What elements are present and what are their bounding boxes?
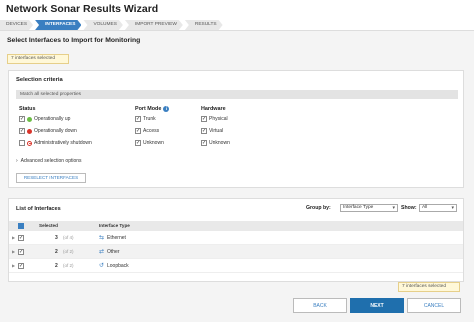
status-op-down[interactable]: ✓ Operationally down	[19, 125, 92, 137]
port-mode-access[interactable]: ✓ Access	[135, 125, 169, 137]
expand-icon[interactable]: ▶	[12, 263, 15, 268]
table-row[interactable]: ▶ ✓ 3 (of 4) ⇆ Ethernet	[9, 231, 463, 245]
selection-criteria-panel: Selection criteria Match all selected pr…	[8, 70, 464, 188]
hardware-physical-label: Physical	[209, 116, 228, 122]
checkbox-unchecked-icon[interactable]	[19, 140, 25, 146]
wizard-title: Network Sonar Results Wizard	[6, 3, 159, 15]
table-row[interactable]: ▶ ✓ 2 (of 2) ↺ Loopback	[9, 259, 463, 273]
row-count: 3	[55, 235, 58, 241]
selected-count-badge: 7 interfaces selected	[7, 54, 69, 64]
row-of-total: (of 4)	[63, 235, 74, 240]
port-mode-unknown[interactable]: ✓ Unknown	[135, 137, 169, 149]
port-mode-trunk[interactable]: ✓ Trunk	[135, 113, 169, 125]
page-subtitle: Select Interfaces to Import for Monitori…	[7, 37, 141, 44]
checkbox-checked-icon[interactable]: ✓	[19, 116, 25, 122]
status-op-down-label: Operationally down	[34, 128, 77, 134]
row-of-total: (of 2)	[63, 263, 74, 268]
checkbox-checked-icon[interactable]: ✓	[135, 140, 141, 146]
port-mode-heading: Port Mode i	[135, 104, 170, 113]
criteria-heading: Selection criteria	[16, 77, 63, 83]
row-type: Ethernet	[107, 235, 126, 241]
status-op-up[interactable]: ✓ Operationally up	[19, 113, 92, 125]
show-label: Show:	[401, 205, 417, 211]
table-row[interactable]: ▶ ✓ 2 (of 2) ⇄ Other	[9, 245, 463, 259]
row-of-total: (of 2)	[63, 249, 74, 254]
step-devices[interactable]: DEVICES	[0, 20, 33, 30]
cancel-button[interactable]: CANCEL	[407, 298, 461, 313]
checkbox-checked-icon[interactable]: ✓	[201, 128, 207, 134]
match-all-bar: Match all selected properties	[16, 90, 458, 99]
checkbox-checked-icon[interactable]: ✓	[18, 235, 24, 241]
step-volumes[interactable]: VOLUMES	[83, 20, 122, 30]
checkbox-checked-icon[interactable]: ✓	[135, 128, 141, 134]
back-button[interactable]: BACK	[293, 298, 347, 313]
checkbox-checked-icon[interactable]: ✓	[135, 116, 141, 122]
other-icon: ⇄	[99, 249, 105, 255]
status-admin-shutdown[interactable]: Administratively shutdown	[19, 137, 92, 149]
port-mode-column: Port Mode i ✓ Trunk ✓ Access ✓ Unknown	[135, 104, 170, 149]
next-button[interactable]: NEXT	[350, 298, 404, 313]
port-mode-unknown-label: Unknown	[143, 140, 164, 146]
row-type: Loopback	[107, 263, 129, 269]
row-count: 2	[55, 263, 58, 269]
status-heading: Status	[19, 105, 36, 112]
status-up-icon	[27, 116, 32, 122]
col-selected: Selected	[39, 223, 58, 228]
checkbox-checked-icon[interactable]: ✓	[201, 116, 207, 122]
hardware-unknown-label: Unknown	[209, 140, 230, 146]
footer-selected-badge: 7 interfaces selected	[398, 282, 460, 292]
loopback-icon: ↺	[99, 263, 105, 269]
step-import-preview[interactable]: IMPORT PREVIEW	[125, 20, 183, 30]
hardware-unknown[interactable]: ✓ Unknown	[201, 137, 230, 149]
interface-list-panel: List of Interfaces Group by: Interface T…	[8, 198, 464, 282]
select-all-checkbox[interactable]	[18, 223, 24, 229]
hardware-column: Hardware ✓ Physical ✓ Virtual ✓ Unknown	[201, 104, 230, 149]
ethernet-icon: ⇆	[99, 235, 105, 241]
advanced-options-toggle[interactable]: › Advanced selection options	[16, 158, 82, 164]
group-by-select[interactable]: Interface Type	[340, 204, 398, 212]
port-mode-heading-label: Port Mode	[135, 105, 162, 112]
advanced-options-label: Advanced selection options	[20, 158, 82, 164]
checkbox-checked-icon[interactable]: ✓	[201, 140, 207, 146]
status-down-icon	[27, 128, 32, 134]
checkbox-checked-icon[interactable]: ✓	[18, 249, 24, 255]
table-header: Selected Interface Type	[9, 221, 463, 231]
info-icon[interactable]: i	[163, 105, 170, 112]
status-shutdown-icon	[27, 140, 32, 146]
hardware-heading: Hardware	[201, 105, 226, 112]
row-count: 2	[55, 249, 58, 255]
group-by-label: Group by:	[306, 205, 331, 211]
hardware-physical[interactable]: ✓ Physical	[201, 113, 230, 125]
list-heading: List of Interfaces	[16, 206, 61, 212]
step-results[interactable]: RESULTS	[185, 20, 223, 30]
expand-icon[interactable]: ▶	[12, 235, 15, 240]
hardware-virtual[interactable]: ✓ Virtual	[201, 125, 230, 137]
checkbox-checked-icon[interactable]: ✓	[18, 263, 24, 269]
row-type: Other	[107, 249, 120, 255]
port-mode-trunk-label: Trunk	[143, 116, 156, 122]
reselect-interfaces-button[interactable]: RESELECT INTERFACES	[16, 173, 86, 183]
status-column: Status ✓ Operationally up ✓ Operationall…	[19, 104, 92, 149]
status-op-up-label: Operationally up	[34, 116, 71, 122]
chevron-right-icon: ›	[16, 158, 18, 164]
checkbox-checked-icon[interactable]: ✓	[19, 128, 25, 134]
step-interfaces[interactable]: INTERFACES	[35, 20, 81, 30]
col-interface-type: Interface Type	[99, 223, 130, 228]
port-mode-access-label: Access	[143, 128, 160, 134]
hardware-virtual-label: Virtual	[209, 128, 224, 134]
expand-icon[interactable]: ▶	[12, 249, 15, 254]
wizard-steps: DEVICES INTERFACES VOLUMES IMPORT PREVIE…	[0, 20, 225, 30]
status-admin-shutdown-label: Administratively shutdown	[34, 140, 92, 146]
show-select[interactable]: All	[419, 204, 457, 212]
